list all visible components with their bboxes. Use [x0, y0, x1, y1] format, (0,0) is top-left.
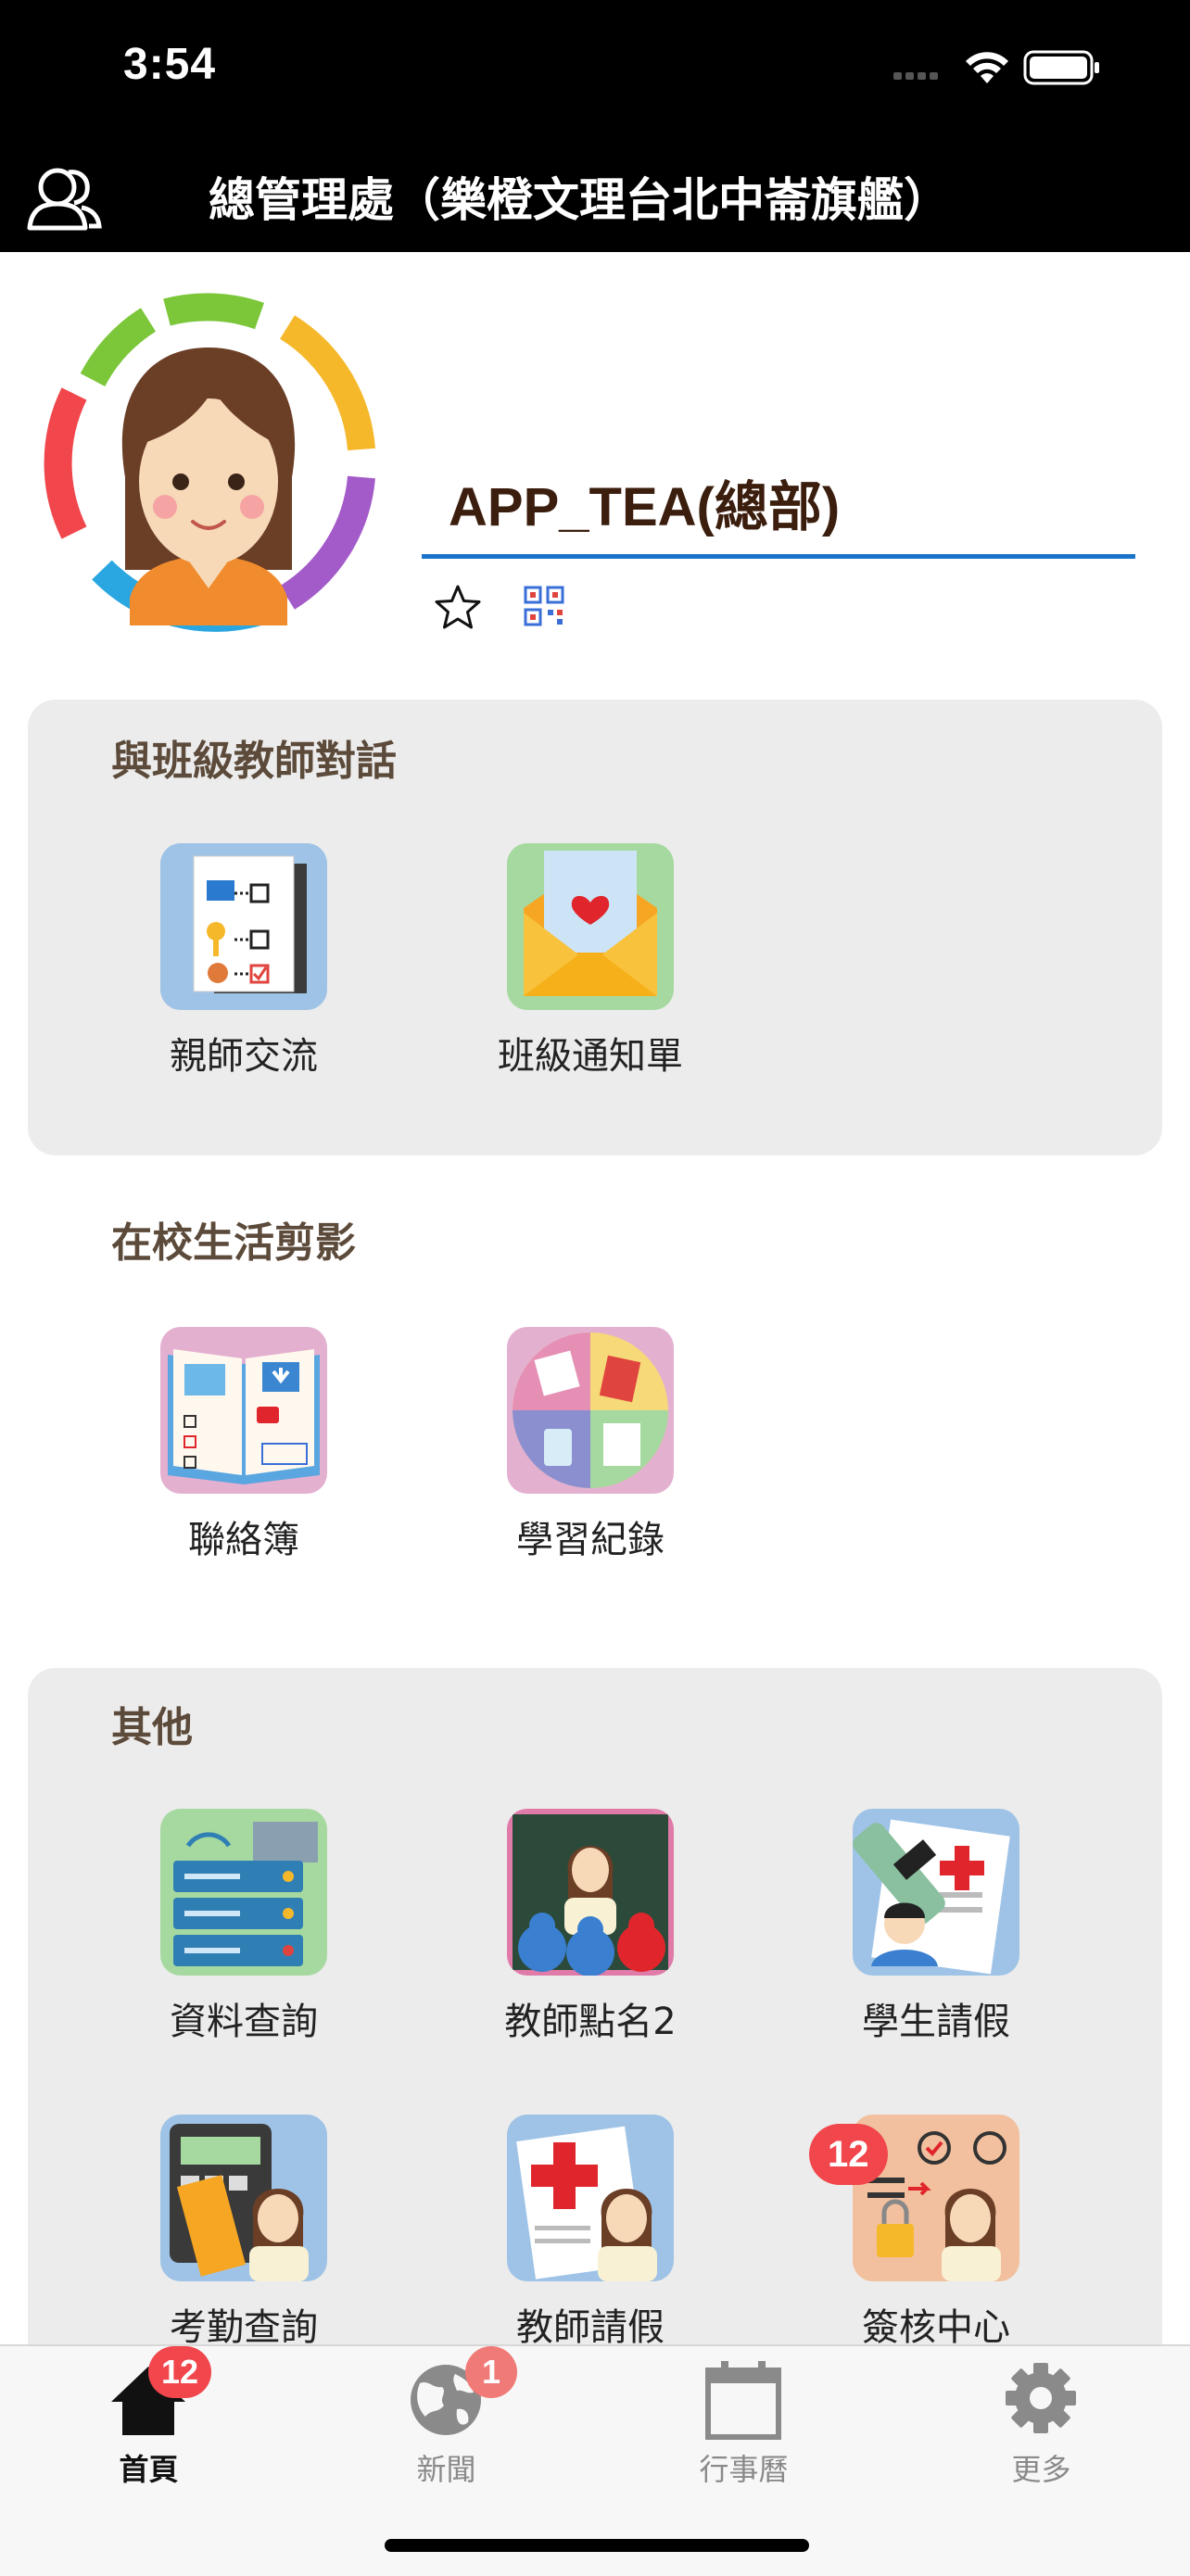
tile-data-query[interactable]: 資料查詢	[93, 1809, 371, 2050]
tile-teacher-rollcall[interactable]: 教師點名2	[439, 1809, 717, 2050]
tab-label: 行事曆	[699, 2452, 789, 2487]
tile-label: 考勤查詢	[170, 2306, 318, 2349]
medical-teacher-icon	[507, 2115, 674, 2281]
tile-contact-book[interactable]: 聯絡簿	[93, 1327, 371, 1568]
tab-label: 更多	[1011, 2452, 1071, 2487]
app-header: 總管理處（樂橙文理台北中崙旗艦）	[0, 139, 1190, 252]
tile-label: 教師點名2	[504, 2001, 677, 2043]
tile-label: 親師交流	[170, 1035, 318, 1078]
tab-label: 新聞	[416, 2452, 476, 2487]
avatar[interactable]	[37, 292, 380, 635]
wifi-icon	[966, 52, 1008, 83]
tile-teacher-leave[interactable]: 教師請假	[439, 2115, 717, 2355]
status-bar: 3:54	[0, 0, 1190, 139]
favorite-star-icon[interactable]	[432, 582, 484, 634]
tile-class-notice[interactable]: 班級通知單	[439, 843, 717, 1084]
envelope-heart-icon	[507, 843, 674, 1010]
calculator-teacher-icon	[160, 2115, 327, 2281]
gear-icon	[1006, 2363, 1076, 2433]
tab-news[interactable]: 新聞 1	[298, 2346, 595, 2532]
signal-icon	[893, 72, 938, 80]
open-book-icon	[160, 1327, 327, 1494]
battery-icon	[1023, 50, 1099, 85]
user-name: APP_TEA(總部)	[449, 477, 841, 537]
divider	[422, 554, 1135, 559]
section-title: 與班級教師對話	[111, 738, 397, 785]
users-icon	[27, 168, 102, 231]
learning-record-icon	[507, 1327, 674, 1494]
tile-label: 簽核中心	[862, 2306, 1010, 2349]
tab-more[interactable]: 更多	[892, 2346, 1190, 2532]
notification-badge: 1	[465, 2346, 517, 2398]
tile-label: 聯絡簿	[188, 1519, 299, 1561]
tile-label: 班級通知單	[498, 1035, 683, 1078]
section-title: 其他	[111, 1704, 193, 1751]
notification-badge: 12	[148, 2346, 212, 2398]
section-title: 在校生活剪影	[111, 1219, 356, 1267]
tile-label: 資料查詢	[170, 2001, 318, 2043]
tab-home[interactable]: 首頁 12	[0, 2346, 298, 2532]
server-icon	[160, 1809, 327, 1976]
status-icons	[893, 50, 1099, 85]
tile-approval-center[interactable]: 簽核中心 12	[785, 2115, 1063, 2355]
calendar-icon	[705, 2361, 781, 2440]
notification-badge: 12	[809, 2124, 888, 2185]
tile-label: 學生請假	[862, 2001, 1010, 2043]
tab-label: 首頁	[119, 2452, 179, 2487]
tile-learning-record[interactable]: 學習紀錄	[439, 1327, 717, 1568]
teacher-classroom-icon	[507, 1809, 674, 1976]
tile-label: 學習紀錄	[516, 1519, 665, 1561]
qr-code-icon[interactable]	[524, 586, 564, 626]
tab-calendar[interactable]: 行事曆	[595, 2346, 892, 2532]
home-indicator	[385, 2539, 809, 2552]
status-time: 3:54	[123, 40, 217, 89]
thermometer-medical-icon	[853, 1809, 1019, 1976]
checklist-icon	[160, 843, 327, 1010]
user-switch-button[interactable]	[26, 159, 104, 237]
tile-student-leave[interactable]: 學生請假	[785, 1809, 1063, 2050]
tile-label: 教師請假	[516, 2306, 665, 2349]
tile-parent-teacher-chat[interactable]: 親師交流	[93, 843, 371, 1084]
tile-attendance-query[interactable]: 考勤查詢	[93, 2115, 371, 2355]
page-title: 總管理處（樂橙文理台北中崙旗艦）	[209, 173, 950, 227]
